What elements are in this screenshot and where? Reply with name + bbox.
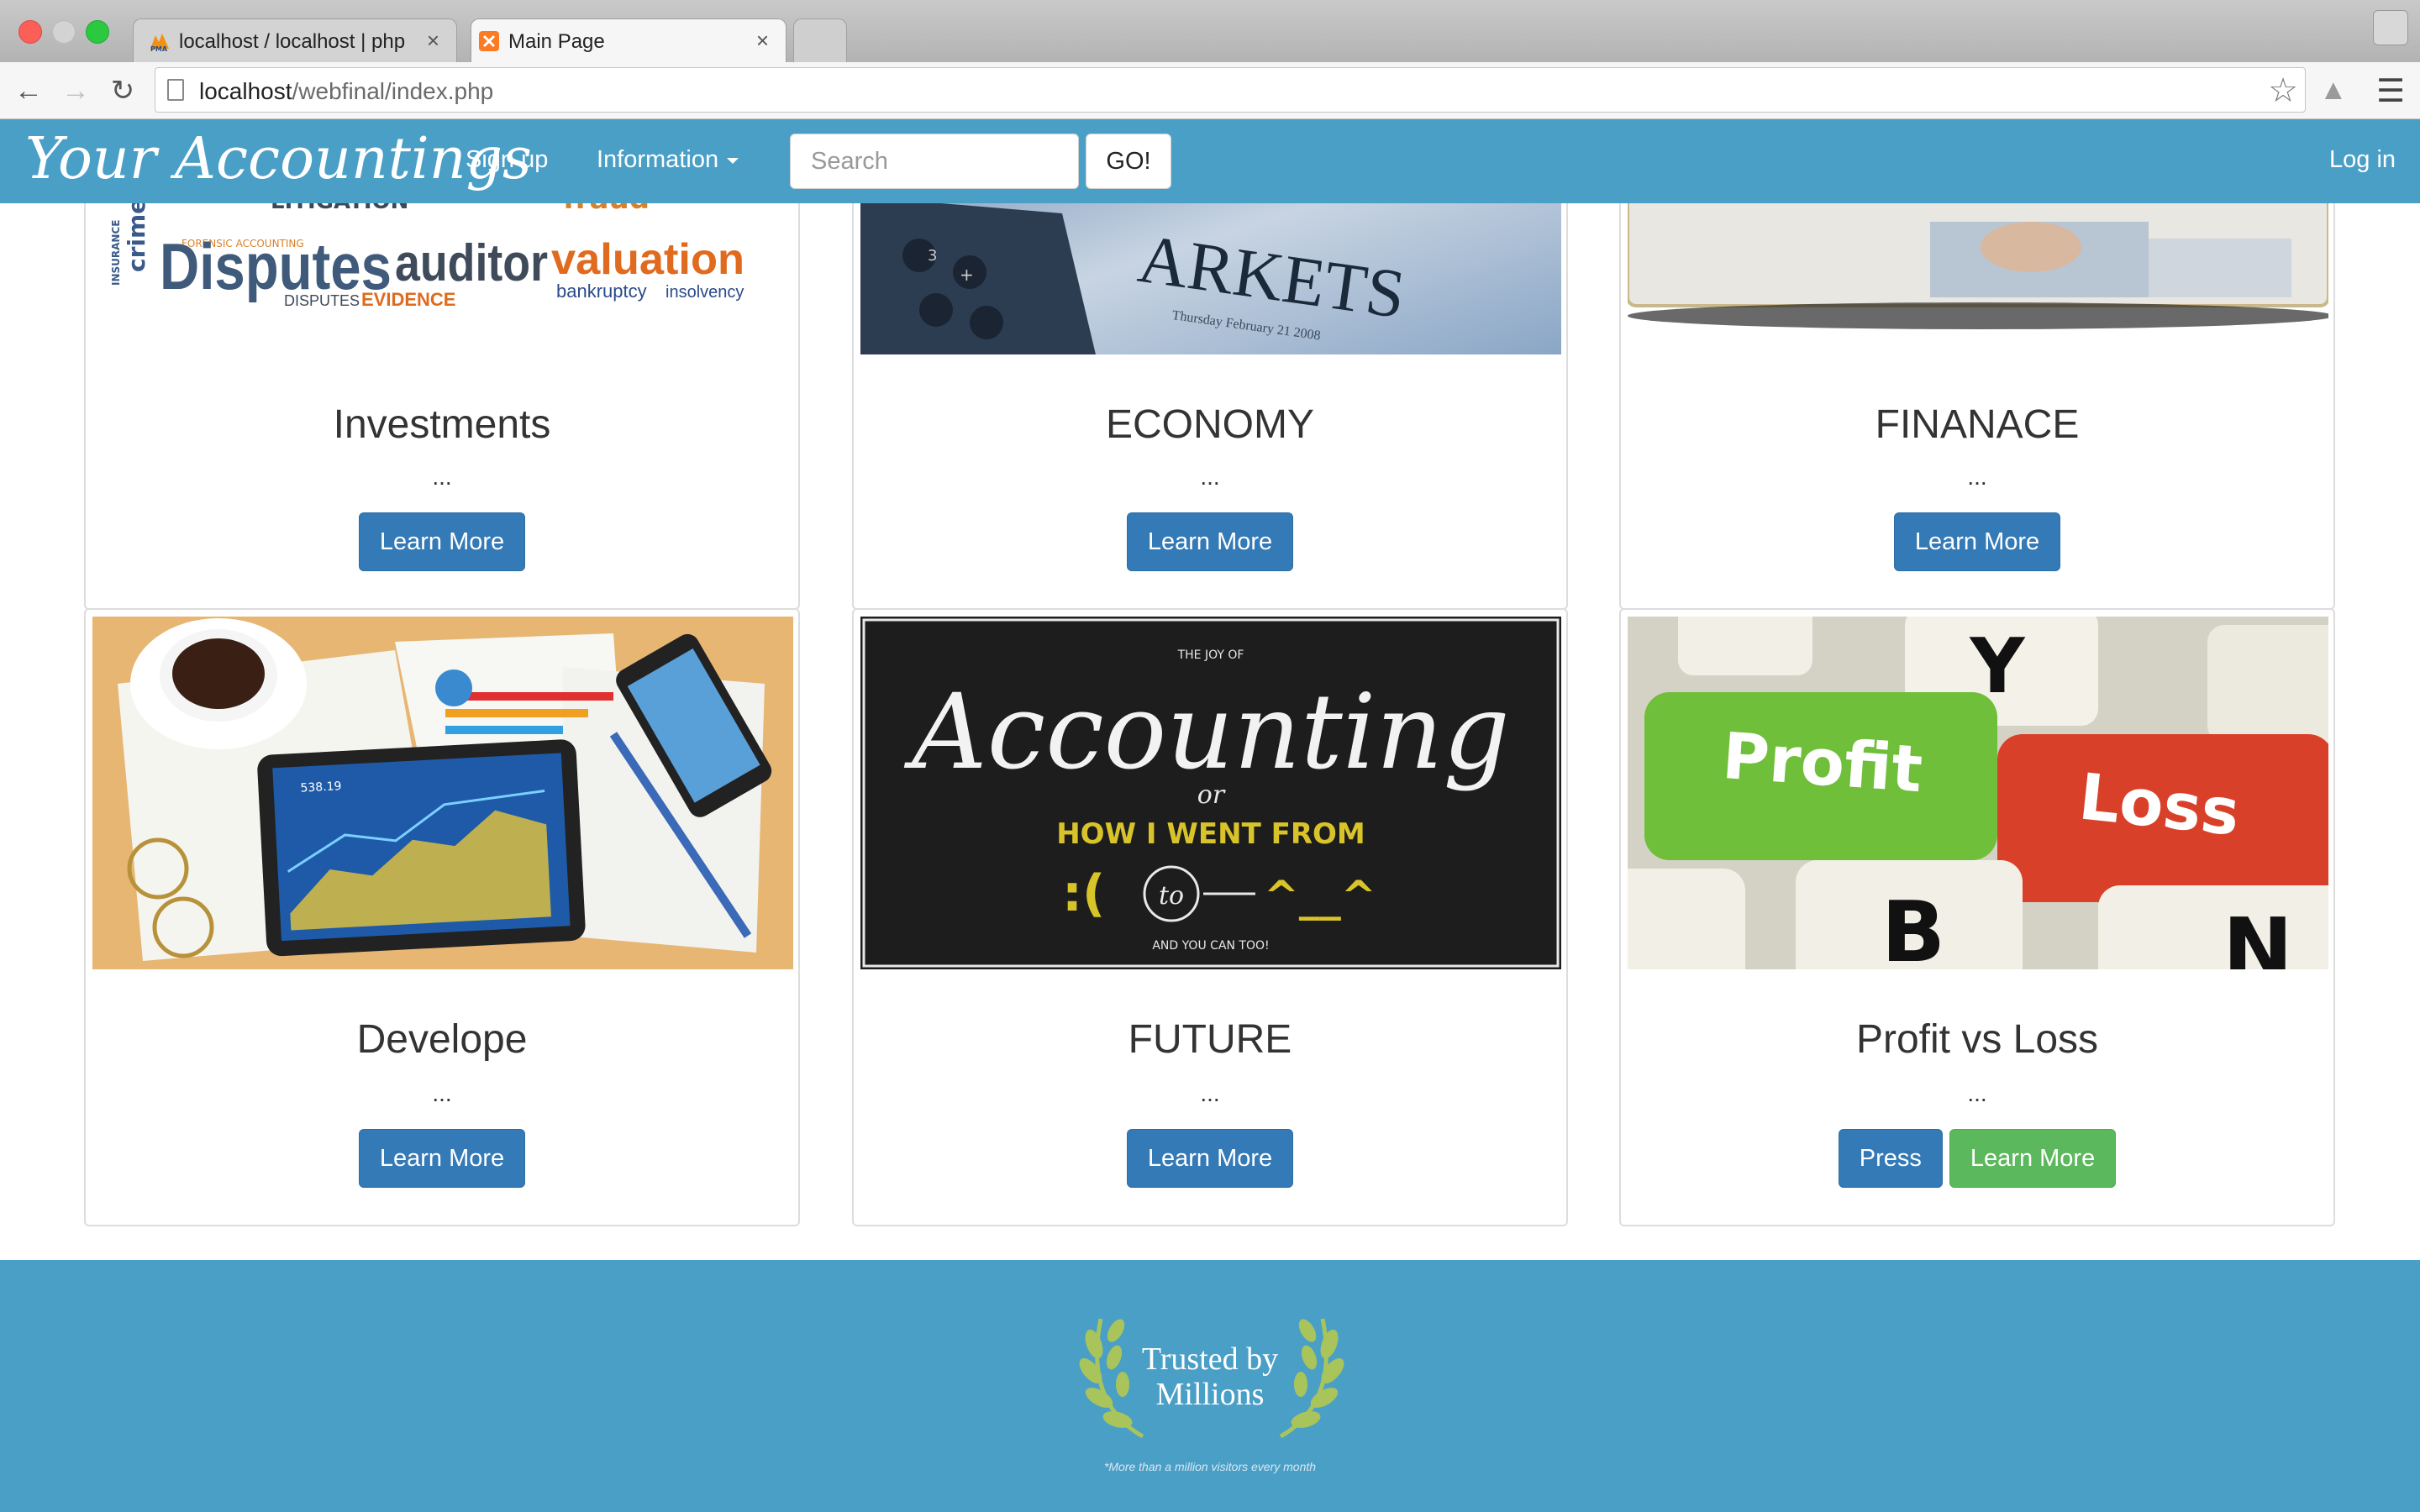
close-icon[interactable]: × xyxy=(427,28,439,54)
tablet-value: 538.19 xyxy=(300,780,342,795)
key-b: B xyxy=(1881,883,1945,969)
word-evidence: EVIDENCE xyxy=(361,289,455,310)
learn-more-button[interactable]: Learn More xyxy=(1126,1129,1294,1188)
pma-icon: PMA xyxy=(149,30,171,53)
svg-text:PMA: PMA xyxy=(150,45,168,52)
card-title: FUTURE xyxy=(1128,1017,1292,1062)
word-bankruptcy: bankruptcy xyxy=(556,281,647,302)
svg-text::(: :( xyxy=(1062,864,1105,923)
card-title: Profit vs Loss xyxy=(1855,1017,2099,1062)
card-finance: FINANACE ... Learn More xyxy=(1619,203,2335,610)
svg-text:^__^: ^__^ xyxy=(1264,872,1376,921)
card-buttons: Learn More xyxy=(86,1129,798,1188)
learn-more-button[interactable]: Learn More xyxy=(1126,512,1294,571)
close-window-button[interactable] xyxy=(18,20,42,44)
learn-more-button[interactable]: Learn More xyxy=(358,1129,526,1188)
card-text: ... xyxy=(1200,464,1220,490)
badge-line-2: Millions xyxy=(1155,1377,1265,1412)
card-profit-loss: Y Profit Loss B N Profit vs Loss ... Pre… xyxy=(1619,608,2335,1226)
and-you-text: AND YOU CAN TOO! xyxy=(1152,939,1269,953)
forward-arrow-icon[interactable]: → xyxy=(57,72,94,109)
card-title: FINANACE xyxy=(1875,402,2080,447)
main-content: LITIGATION fraud crime INSURANCE FORENSI… xyxy=(0,203,2420,1260)
caret-down-icon xyxy=(727,157,739,164)
address-bar[interactable]: localhost/webfinal/index.php ☆ xyxy=(155,67,2306,113)
extension-icon[interactable]: ▲ xyxy=(2319,74,2348,107)
brand-logo[interactable]: Your Accountings xyxy=(25,126,532,192)
site-navbar: Your Accountings Sign up Information GO!… xyxy=(0,119,2420,203)
card-image: THE JOY OF Accounting or HOW I WENT FROM… xyxy=(860,617,1561,969)
card-text: ... xyxy=(432,464,452,490)
card-text: ... xyxy=(432,1080,452,1106)
signup-link[interactable]: Sign up xyxy=(466,146,548,174)
card-title: Develope xyxy=(356,1017,528,1062)
card-buttons: Learn More xyxy=(854,1129,1566,1188)
learn-more-button[interactable]: Learn More xyxy=(1949,1129,2117,1188)
profile-icon[interactable] xyxy=(2373,10,2408,45)
browser-toolbar: ← → ↻ localhost/webfinal/index.php ☆ xyxy=(0,62,2420,119)
press-button[interactable]: Press xyxy=(1838,1129,1943,1188)
page-icon xyxy=(167,79,184,101)
menu-icon[interactable]: ☰ xyxy=(2376,72,2405,110)
browser-tab-bar: PMA localhost / localhost | phpMyAdmin ×… xyxy=(0,0,2420,62)
footer: Trusted by Millions *More than a million… xyxy=(0,1260,2420,1512)
word-crime: crime xyxy=(123,203,150,272)
card-image: LITIGATION fraud crime INSURANCE FORENSI… xyxy=(92,203,793,354)
card-title: Investments xyxy=(333,402,551,447)
accounting-text: Accounting xyxy=(903,672,1510,793)
card-image: Y Profit Loss B N xyxy=(1628,617,2328,969)
tab-label: localhost / localhost | phpMyAdmin xyxy=(179,30,406,53)
xampp-icon xyxy=(478,30,500,52)
how-text: HOW I WENT FROM xyxy=(1056,817,1365,851)
card-title: ECONOMY xyxy=(1105,402,1314,447)
search-input[interactable] xyxy=(790,134,1079,189)
learn-more-button[interactable]: Learn More xyxy=(358,512,526,571)
back-arrow-icon[interactable]: ← xyxy=(10,72,47,109)
card-investments: LITIGATION fraud crime INSURANCE FORENSI… xyxy=(84,203,800,610)
card-image xyxy=(1628,203,2328,354)
word-auditor: auditor xyxy=(395,234,548,292)
card-image: 3 + ARKETS Thursday February 21 2008 xyxy=(860,203,1561,354)
key-n: N xyxy=(2223,900,2293,969)
card-text: ... xyxy=(1200,1080,1220,1106)
card-develope: 538.19 Develope ... Learn More xyxy=(84,608,800,1226)
tab-main-page[interactable]: Main Page × xyxy=(471,18,786,62)
reload-icon[interactable]: ↻ xyxy=(104,72,141,109)
tab-phpmyadmin[interactable]: PMA localhost / localhost | phpMyAdmin × xyxy=(133,18,457,62)
new-tab-button[interactable] xyxy=(793,18,847,62)
card-text: ... xyxy=(1967,464,1987,490)
svg-text:3: 3 xyxy=(928,247,937,265)
card-buttons: Press Learn More xyxy=(1621,1129,2333,1188)
footer-note: *More than a million visitors every mont… xyxy=(1103,1460,1317,1473)
close-icon[interactable]: × xyxy=(756,28,769,54)
card-economy: 3 + ARKETS Thursday February 21 2008 ECO… xyxy=(852,203,1568,610)
word-insurance: INSURANCE xyxy=(110,220,122,286)
svg-text:+: + xyxy=(960,265,974,285)
url-text: localhost/webfinal/index.php xyxy=(199,78,494,104)
joy-text: THE JOY OF xyxy=(1177,648,1244,662)
word-litigation: LITIGATION xyxy=(271,203,408,214)
card-buttons: Learn More xyxy=(854,512,1566,571)
word-fraud: fraud xyxy=(563,203,650,216)
learn-more-button[interactable]: Learn More xyxy=(1893,512,2061,571)
card-image: 538.19 xyxy=(92,617,793,969)
maximize-window-button[interactable] xyxy=(86,20,109,44)
or-text: or xyxy=(1197,780,1226,810)
information-dropdown[interactable]: Information xyxy=(597,146,739,174)
key-profit: Profit xyxy=(1720,718,1925,806)
word-valuation: valuation xyxy=(551,235,744,284)
minimize-window-button[interactable] xyxy=(52,20,76,44)
card-buttons: Learn More xyxy=(86,512,798,571)
badge-line-1: Trusted by xyxy=(1141,1341,1279,1377)
to-text: to xyxy=(1159,881,1184,911)
card-future: THE JOY OF Accounting or HOW I WENT FROM… xyxy=(852,608,1568,1226)
card-buttons: Learn More xyxy=(1621,512,2333,571)
login-link[interactable]: Log in xyxy=(2329,146,2396,174)
tab-label: Main Page xyxy=(508,30,605,53)
word-insolvency: insolvency xyxy=(666,283,744,302)
word-disputes-small: DISPUTES xyxy=(284,292,360,309)
go-button[interactable]: GO! xyxy=(1086,134,1171,189)
card-text: ... xyxy=(1967,1080,1987,1106)
bookmark-star-icon[interactable]: ☆ xyxy=(2268,71,2298,110)
